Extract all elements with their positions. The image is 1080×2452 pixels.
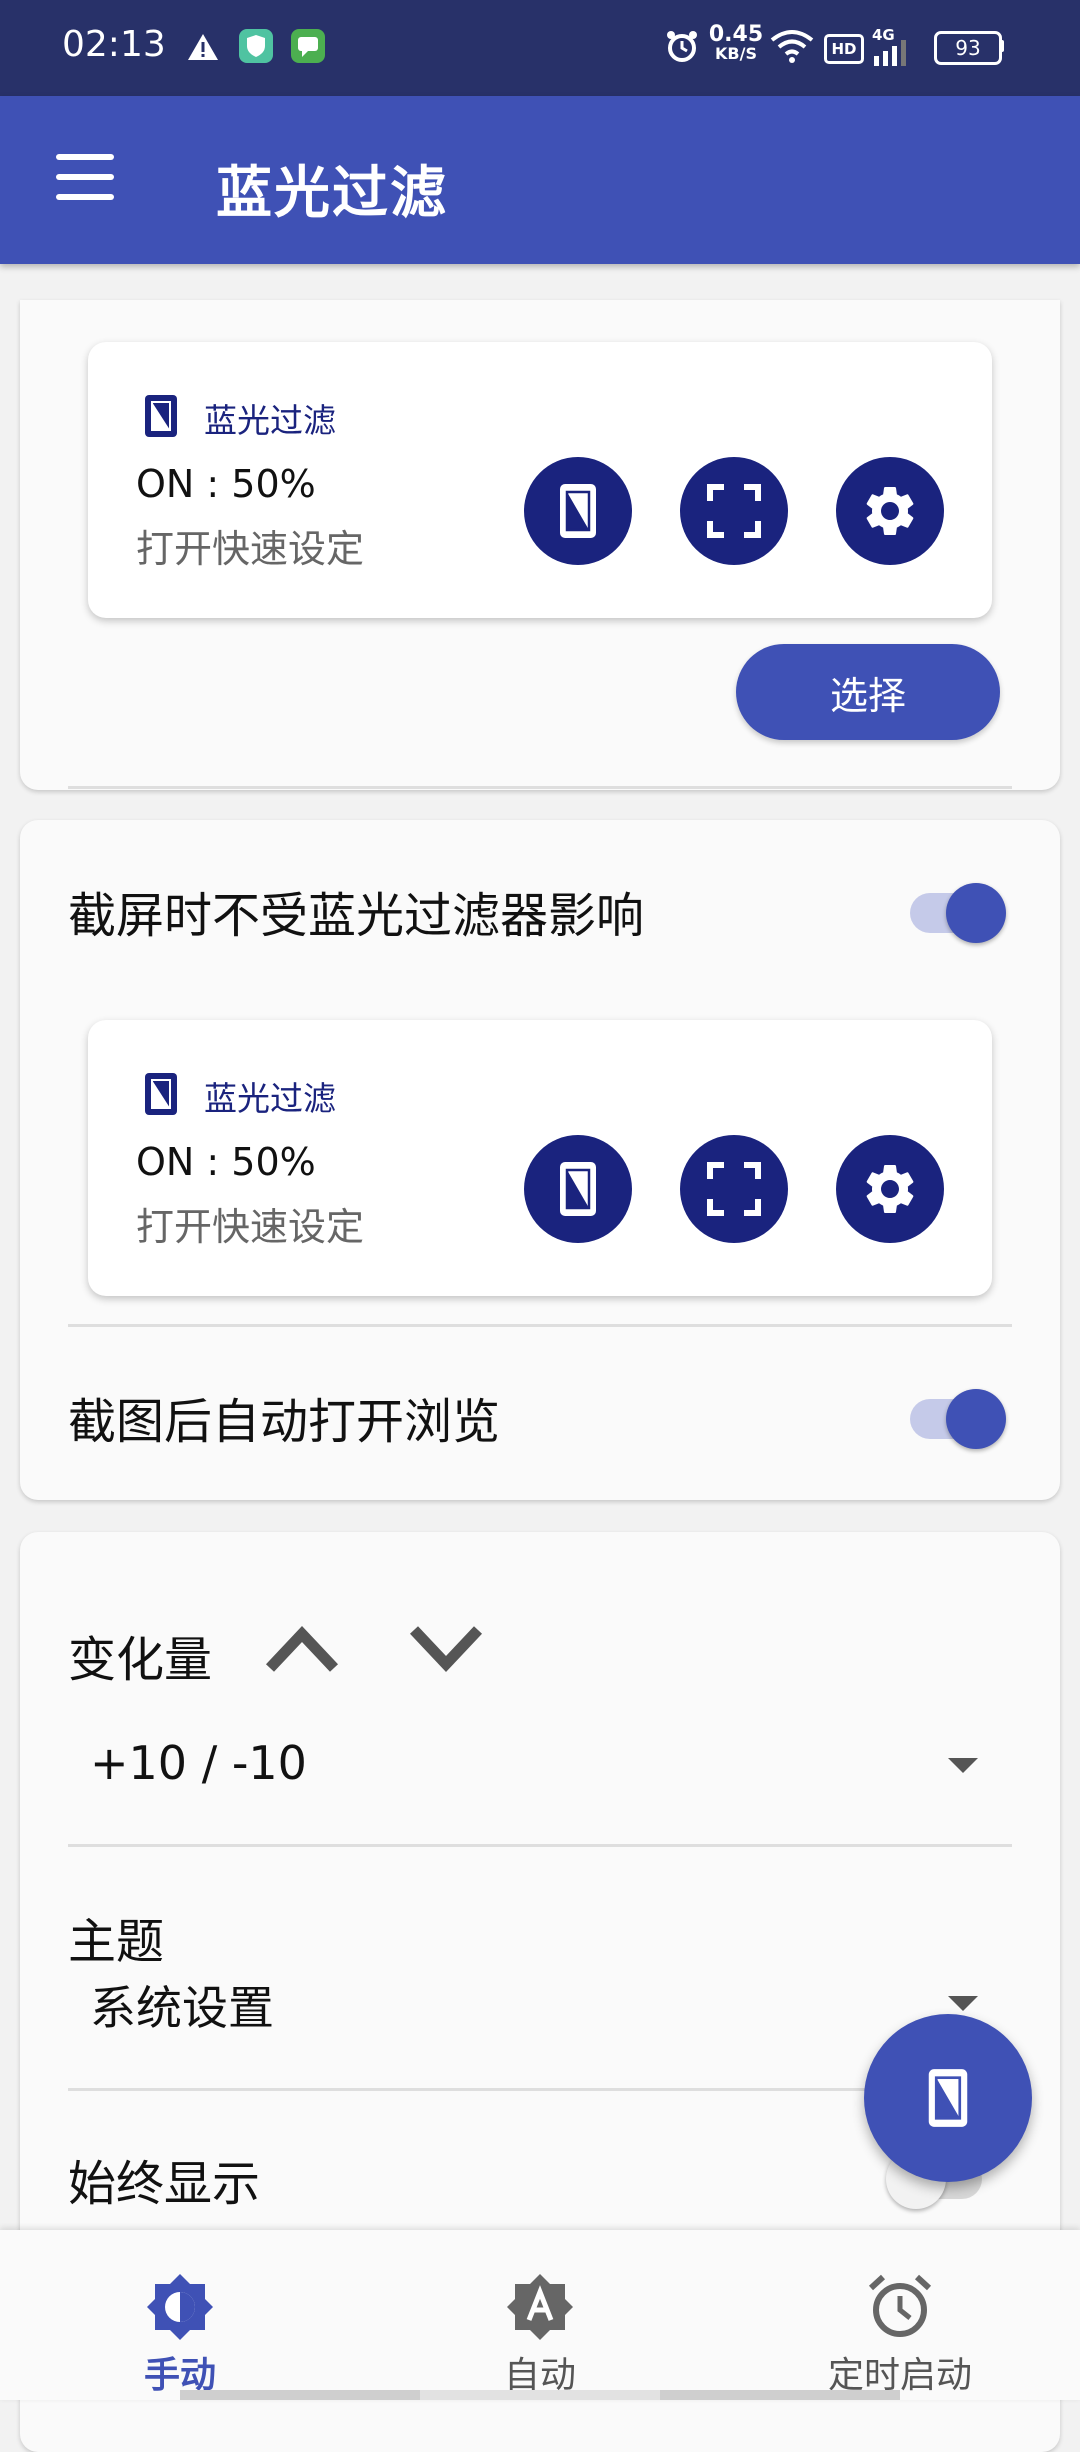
menu-icon bbox=[56, 154, 114, 160]
brightness-half-icon bbox=[147, 2274, 213, 2340]
nav-scroll-indicator bbox=[420, 2390, 660, 2400]
divider bbox=[68, 1844, 1012, 1847]
page-title: 蓝光过滤 bbox=[216, 161, 448, 226]
divider bbox=[68, 1324, 1012, 1327]
signal-icon bbox=[874, 40, 906, 66]
settings-button[interactable] bbox=[836, 457, 944, 565]
theme-dropdown-value: 系统设置 bbox=[90, 1981, 274, 2035]
phone-filter-icon bbox=[145, 395, 177, 437]
toggle-filter-button[interactable] bbox=[524, 457, 632, 565]
menu-icon-line bbox=[56, 174, 114, 180]
divider bbox=[68, 786, 1012, 789]
wifi-icon bbox=[770, 30, 814, 63]
dropdown-arrow-icon bbox=[948, 1758, 978, 1773]
screenshot-button[interactable] bbox=[680, 1135, 788, 1243]
battery-indicator: 93 bbox=[934, 31, 1002, 65]
screenshot-button[interactable] bbox=[680, 457, 788, 565]
message-app-icon bbox=[291, 29, 325, 63]
bottom-navigation: 手动 自动 定时启动 bbox=[0, 2230, 1080, 2400]
screenshot-frame-icon bbox=[707, 484, 761, 538]
phone-filter-icon bbox=[560, 484, 596, 538]
notification-preview: 蓝光过滤 ON : 50% 打开快速设定 bbox=[88, 1020, 992, 1296]
alarm-clock-icon bbox=[868, 2274, 932, 2337]
toggle-thumb bbox=[946, 883, 1006, 943]
step-label: 变化量 bbox=[68, 1632, 213, 1688]
screenshot-unaffected-label: 截屏时不受蓝光过滤器影响 bbox=[68, 888, 645, 944]
theme-label: 主题 bbox=[68, 1914, 165, 1970]
gear-icon bbox=[866, 487, 914, 535]
auto-open-toggle[interactable] bbox=[906, 1382, 1006, 1449]
select-button[interactable]: 选择 bbox=[736, 644, 1000, 740]
step-dropdown[interactable]: +10 / -10 bbox=[68, 1732, 1012, 1832]
nav-item-auto[interactable]: 自动 bbox=[360, 2230, 720, 2400]
phone-filter-icon bbox=[928, 2069, 968, 2127]
nav-scroll-indicator bbox=[180, 2390, 420, 2400]
notification-style-card: 蓝光过滤 ON : 50% 打开快速设定 选择 bbox=[20, 300, 1060, 790]
theme-dropdown[interactable]: 系统设置 bbox=[68, 1972, 1012, 2062]
dropdown-arrow-icon bbox=[948, 1996, 978, 2011]
brightness-auto-icon bbox=[507, 2274, 573, 2340]
shield-app-icon bbox=[239, 29, 273, 63]
app-bar: 蓝光过滤 bbox=[0, 96, 1080, 264]
preview-status: ON : 50% bbox=[136, 462, 316, 506]
alarm-icon bbox=[667, 31, 697, 62]
chevron-down-icon[interactable] bbox=[408, 1624, 484, 1674]
menu-icon-line bbox=[56, 194, 114, 200]
notification-preview: 蓝光过滤 ON : 50% 打开快速设定 bbox=[88, 342, 992, 618]
status-bar: 02:13 0.45 KB/S HD 4G 93 bbox=[0, 0, 1080, 96]
screenshot-unaffected-toggle[interactable] bbox=[906, 876, 1006, 943]
menu-button[interactable] bbox=[56, 154, 114, 200]
always-show-label: 始终显示 bbox=[68, 2156, 261, 2212]
nav-item-schedule[interactable]: 定时启动 bbox=[720, 2230, 1080, 2400]
toggle-filter-button[interactable] bbox=[524, 1135, 632, 1243]
auto-open-label: 截图后自动打开浏览 bbox=[68, 1394, 501, 1450]
gear-icon bbox=[866, 1165, 914, 1213]
step-dropdown-value: +10 / -10 bbox=[90, 1736, 307, 1790]
screenshot-settings-card: 截屏时不受蓝光过滤器影响 蓝光过滤 ON : 50% 打开快速设定 截图后自动打… bbox=[20, 820, 1060, 1500]
preview-title: 蓝光过滤 bbox=[204, 401, 336, 440]
settings-button[interactable] bbox=[836, 1135, 944, 1243]
preview-status: ON : 50% bbox=[136, 1140, 316, 1184]
preview-subtitle: 打开快速设定 bbox=[136, 1205, 365, 1249]
screenshot-frame-icon bbox=[707, 1162, 761, 1216]
filter-fab[interactable] bbox=[864, 2014, 1032, 2182]
net-speed: 0.45 KB/S bbox=[708, 22, 764, 63]
hd-badge: HD bbox=[824, 34, 864, 64]
nav-item-manual[interactable]: 手动 bbox=[0, 2230, 360, 2400]
phone-filter-icon bbox=[560, 1162, 596, 1216]
chevron-up-icon[interactable] bbox=[264, 1624, 340, 1674]
status-time: 02:13 bbox=[62, 24, 166, 65]
preview-subtitle: 打开快速设定 bbox=[136, 527, 365, 571]
nav-scroll-indicator bbox=[660, 2390, 900, 2400]
preview-title: 蓝光过滤 bbox=[204, 1079, 336, 1118]
warning-icon bbox=[188, 34, 218, 60]
battery-cap bbox=[1000, 40, 1004, 52]
toggle-thumb bbox=[946, 1389, 1006, 1449]
phone-filter-icon bbox=[145, 1073, 177, 1115]
